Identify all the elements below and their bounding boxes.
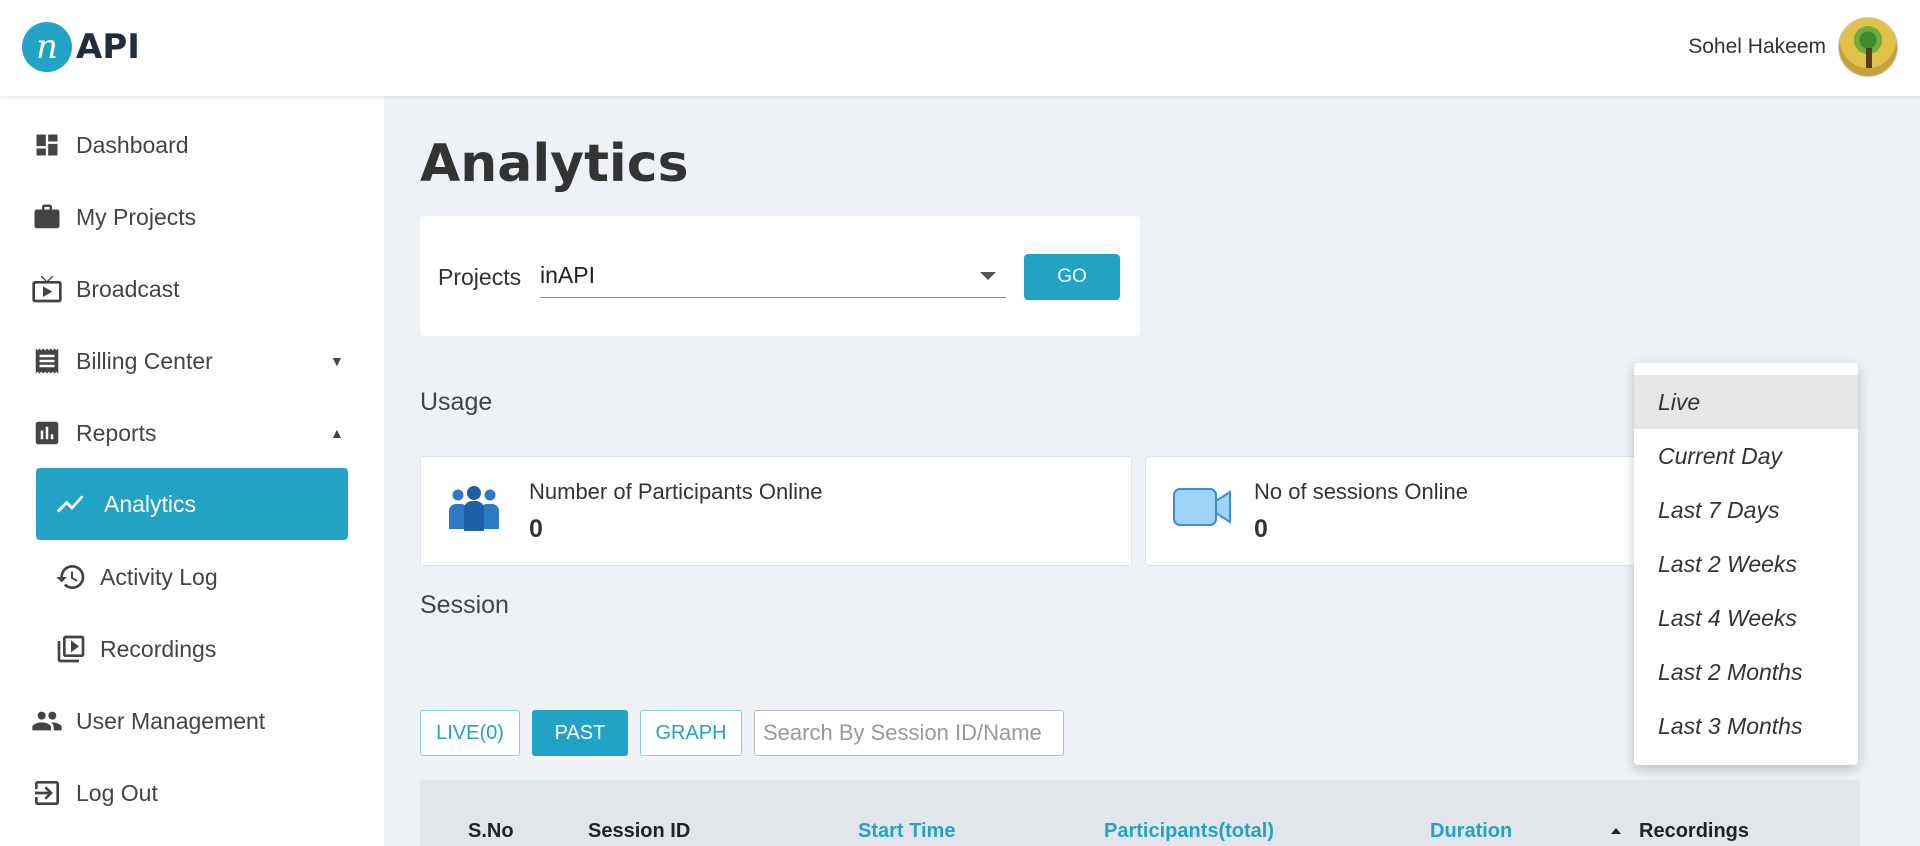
sessions-table-header: S.No Session ID Start Time Participants(… — [420, 780, 1860, 846]
go-button[interactable]: GO — [1024, 254, 1120, 300]
sidebar-item-label: Log Out — [76, 779, 158, 806]
sidebar-item-label: Analytics — [104, 490, 197, 517]
participants-online-card: Number of Participants Online 0 — [420, 456, 1132, 566]
column-header-sno: S.No — [468, 820, 514, 842]
sidebar-item-recordings[interactable]: Recordings — [54, 629, 216, 669]
stat-label: No of sessions Online — [1254, 479, 1468, 504]
sidebar-item-dashboard[interactable]: Dashboard — [30, 125, 189, 165]
dropdown-option-last-3-months[interactable]: Last 3 Months — [1634, 699, 1858, 753]
projects-label: Projects — [438, 264, 522, 290]
sidebar-item-broadcast[interactable]: Broadcast — [30, 269, 180, 309]
dropdown-option-last-4-weeks[interactable]: Last 4 Weeks — [1634, 591, 1858, 645]
usage-title: Usage — [420, 388, 493, 416]
tv-icon — [30, 272, 64, 306]
sidebar: Dashboard My Projects Broadcast Billing … — [0, 96, 384, 846]
sidebar-item-label: User Management — [76, 707, 266, 734]
avatar[interactable] — [1838, 17, 1898, 77]
top-bar: n API Sohel Hakeem — [0, 0, 1920, 96]
participants-icon — [447, 485, 501, 538]
column-header-participants[interactable]: Participants(total) — [1104, 820, 1274, 843]
sidebar-item-label: Billing Center — [76, 347, 213, 374]
sidebar-item-label: Recordings — [100, 635, 217, 662]
column-header-session-id: Session ID — [588, 820, 691, 842]
receipt-icon — [30, 344, 64, 378]
sort-ascending-icon[interactable] — [1611, 828, 1621, 834]
dropdown-option-last-2-months[interactable]: Last 2 Months — [1634, 645, 1858, 699]
stat-value: 0 — [529, 515, 543, 543]
video-library-icon — [54, 632, 88, 666]
sidebar-item-label: Broadcast — [76, 275, 180, 302]
logo[interactable]: n API — [22, 22, 140, 72]
dropdown-option-current-day[interactable]: Current Day — [1634, 429, 1858, 483]
chevron-down-icon[interactable]: ▼ — [330, 353, 344, 369]
sidebar-item-user-management[interactable]: User Management — [30, 701, 265, 741]
trending-up-icon — [54, 488, 86, 520]
time-range-dropdown: Live Current Day Last 7 Days Last 2 Week… — [1634, 363, 1858, 765]
sidebar-item-reports[interactable]: Reports ▲ — [30, 413, 344, 453]
dropdown-option-live[interactable]: Live — [1634, 375, 1858, 429]
tab-graph[interactable]: GRAPH — [640, 710, 742, 756]
dropdown-option-last-7-days[interactable]: Last 7 Days — [1634, 483, 1858, 537]
sidebar-item-my-projects[interactable]: My Projects — [30, 197, 196, 237]
column-header-recordings: Recordings — [1639, 820, 1750, 842]
session-search-input[interactable] — [754, 710, 1064, 756]
project-select-value: inAPI — [540, 262, 595, 288]
logo-text: API — [76, 27, 140, 67]
sidebar-item-analytics[interactable]: Analytics — [36, 468, 348, 540]
stat-label: Number of Participants Online — [529, 479, 823, 504]
bar-chart-icon — [30, 416, 64, 450]
column-header-start-time[interactable]: Start Time — [858, 820, 955, 843]
tab-past[interactable]: PAST — [532, 710, 628, 756]
dropdown-arrow-icon — [980, 272, 996, 280]
column-header-duration[interactable]: Duration — [1430, 820, 1512, 843]
sidebar-item-label: My Projects — [76, 203, 197, 230]
sidebar-item-label: Activity Log — [100, 563, 218, 590]
logo-mark: n — [22, 22, 72, 72]
project-filter-card: Projects inAPI GO — [420, 216, 1140, 336]
sidebar-item-label: Dashboard — [76, 131, 189, 158]
video-camera-icon — [1172, 485, 1232, 534]
project-select[interactable]: inAPI — [540, 252, 1006, 298]
tab-live[interactable]: LIVE(0) — [420, 710, 520, 756]
user-menu[interactable]: Sohel Hakeem — [1688, 17, 1898, 77]
dropdown-option-last-2-weeks[interactable]: Last 2 Weeks — [1634, 537, 1858, 591]
sidebar-item-billing-center[interactable]: Billing Center ▼ — [30, 341, 344, 381]
briefcase-icon — [30, 200, 64, 234]
stat-value: 0 — [1254, 515, 1268, 543]
user-name: Sohel Hakeem — [1688, 35, 1826, 58]
page-title: Analytics — [420, 134, 689, 194]
people-icon — [30, 704, 64, 738]
sidebar-item-label: Reports — [76, 419, 157, 446]
sidebar-item-activity-log[interactable]: Activity Log — [54, 557, 218, 597]
chevron-up-icon[interactable]: ▲ — [330, 425, 344, 441]
history-icon — [54, 560, 88, 594]
session-title: Session — [420, 591, 509, 619]
dashboard-icon — [30, 128, 64, 162]
sidebar-item-log-out[interactable]: Log Out — [30, 773, 158, 813]
logout-icon — [30, 776, 64, 810]
